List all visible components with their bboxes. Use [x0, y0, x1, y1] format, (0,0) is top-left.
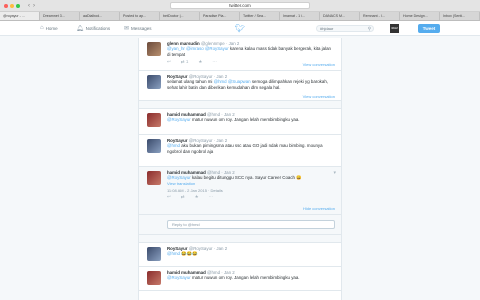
- avatar[interactable]: [147, 113, 161, 127]
- tweet-mention[interactable]: @yan_hr @imraso @RoySayur: [167, 46, 229, 51]
- conversation-timeline: glenn marsudin @glennmpe · Jan 2 @yan_hr…: [138, 38, 342, 300]
- browser-tab[interactable]: DANACS M...: [320, 12, 360, 20]
- favorite-icon[interactable]: ★: [195, 194, 199, 200]
- thread-gap: [139, 101, 341, 109]
- close-window-button[interactable]: [4, 3, 8, 8]
- search-input[interactable]: #hjdaur ⚲: [316, 25, 374, 32]
- browser-tab[interactable]: Posted to ap...: [120, 12, 160, 20]
- tweet-mention[interactable]: @hmd: [167, 143, 180, 148]
- retweet-count: 1: [185, 59, 189, 64]
- view-translation-link[interactable]: View translation: [167, 181, 335, 186]
- favorite-icon[interactable]: ★: [198, 59, 202, 65]
- tweet[interactable]: RoySayur @RoySayur · Jan 2 selamat ulang…: [139, 71, 341, 101]
- browser-tab[interactable]: betDoctor |...: [160, 12, 200, 20]
- reply-icon[interactable]: ↩: [167, 194, 171, 200]
- browser-tab[interactable]: Remnant - I...: [360, 12, 400, 20]
- tweet[interactable]: hamid muhammad @hmd · Jan 2 @RoySayur ma…: [139, 109, 341, 135]
- tweet-time[interactable]: Jan 2: [216, 246, 227, 251]
- twitter-top-nav: ⌂ Home 🔔︎ Notifications ✉ Messages 🐦︎ #h…: [0, 21, 480, 36]
- thread-gap: [139, 235, 341, 243]
- focused-tweet[interactable]: ▾ hamid muhammad @hmd · Jan 2 @RoySayur …: [139, 167, 341, 215]
- forward-arrow-icon[interactable]: ›: [33, 3, 35, 9]
- browser-tab[interactable]: aaDialbod...: [80, 12, 120, 20]
- tweet-mention[interactable]: @hmd: [167, 251, 180, 256]
- tweet-mention[interactable]: @RoySayur: [167, 275, 191, 280]
- zoom-window-button[interactable]: [16, 3, 20, 8]
- tweet-timestamp[interactable]: 11:08 AM - 2 Jan 2015 · Details: [167, 188, 335, 193]
- avatar[interactable]: [147, 139, 161, 153]
- browser-titlebar: ‹ › twitter.com: [0, 0, 480, 12]
- minimize-window-button[interactable]: [10, 3, 14, 8]
- nav-home[interactable]: ⌂ Home: [40, 25, 58, 31]
- home-icon: ⌂: [40, 25, 44, 31]
- nav-messages-label: Messages: [131, 26, 152, 31]
- address-bar[interactable]: twitter.com: [170, 2, 310, 9]
- bell-icon: 🔔︎: [76, 26, 84, 32]
- tweet[interactable]: RoySayur @RoySayur · Jan 2 @hmd 😂😂😂: [139, 243, 341, 267]
- browser-tab[interactable]: Home Design...: [400, 12, 440, 20]
- browser-tabs: @royayur - ... Dreamnet 3... aaDialbod..…: [0, 12, 480, 21]
- more-icon[interactable]: ···: [209, 194, 214, 200]
- avatar[interactable]: [147, 247, 161, 261]
- nav-messages[interactable]: ✉ Messages: [124, 25, 152, 32]
- browser-nav: ‹ ›: [28, 3, 35, 9]
- reply-icon[interactable]: ↩: [167, 59, 171, 65]
- hide-conversation-link[interactable]: Hide conversation: [303, 206, 335, 211]
- more-icon[interactable]: ···: [212, 59, 217, 65]
- tweet[interactable]: RoySayur @RoySayur · Jan 2 @hmd aku buka…: [139, 135, 341, 167]
- tweet-text: @hmd aku bukan pimingsma atau ssc atau G…: [167, 143, 323, 154]
- avatar[interactable]: [147, 75, 161, 89]
- tweet-text: @hmd 😂😂😂: [167, 251, 198, 256]
- envelope-icon: ✉: [124, 26, 130, 32]
- reply-box: Reply to @hmd: [139, 215, 341, 235]
- tweet-mention[interactable]: @RoySayur: [167, 175, 191, 180]
- tweet-text: selamat ulang tahun mi @hmd @Suapwan sem…: [167, 79, 328, 90]
- tweet-actions: ↩ ⇄ ★ ···: [167, 194, 335, 200]
- profile-avatar[interactable]: IMAM: [390, 24, 399, 33]
- tweet-text: @RoySayur matur nuwun om roy. Jangan lel…: [167, 117, 300, 122]
- browser-tab[interactable]: Dreamnet 3...: [40, 12, 80, 20]
- view-conversation-link[interactable]: View conversation: [303, 62, 335, 67]
- retweet-icon[interactable]: ⇄: [181, 194, 185, 200]
- nav-notifications[interactable]: 🔔︎ Notifications: [76, 25, 110, 32]
- tweet-text: @yan_hr @imraso @RoySayur karena kalau m…: [167, 46, 331, 57]
- avatar[interactable]: [147, 171, 161, 185]
- window-controls: [4, 3, 20, 8]
- browser-tab[interactable]: Paradise Pla...: [200, 12, 240, 20]
- more-options-icon[interactable]: ▾: [333, 170, 336, 176]
- back-arrow-icon[interactable]: ‹: [28, 3, 30, 9]
- view-conversation-link[interactable]: View conversation: [303, 94, 335, 99]
- browser-tab[interactable]: Inbox (Senti...: [440, 12, 480, 20]
- tweet-text: @RoySayur matur nuwun om roy. Jangan lel…: [167, 275, 300, 280]
- retweet-icon[interactable]: ⇄ 1: [181, 59, 189, 65]
- nav-notifications-label: Notifications: [85, 26, 111, 31]
- tweet-mention[interactable]: @hmd @Suapwan: [214, 79, 251, 84]
- tweet[interactable]: hamid muhammad @hmd · Jan 2 @RoySayur ma…: [139, 267, 341, 291]
- avatar[interactable]: [147, 42, 161, 56]
- nav-home-label: Home: [45, 25, 58, 31]
- browser-tab[interactable]: Twitter / Sea...: [240, 12, 280, 20]
- browser-tab[interactable]: @royayur - ...: [0, 12, 40, 20]
- tweet-mention[interactable]: @RoySayur: [167, 117, 191, 122]
- compose-tweet-button[interactable]: Tweet: [418, 24, 440, 33]
- tweet[interactable]: glenn marsudin @glennmpe · Jan 2 @yan_hr…: [139, 38, 341, 71]
- reply-input[interactable]: Reply to @hmd: [167, 220, 335, 229]
- browser-tab[interactable]: Imamat - 1 i...: [280, 12, 320, 20]
- search-input-text: #hjdaur: [320, 26, 334, 31]
- avatar[interactable]: [147, 271, 161, 285]
- search-icon[interactable]: ⚲: [368, 26, 371, 32]
- twitter-bird-icon[interactable]: 🐦︎: [235, 24, 245, 33]
